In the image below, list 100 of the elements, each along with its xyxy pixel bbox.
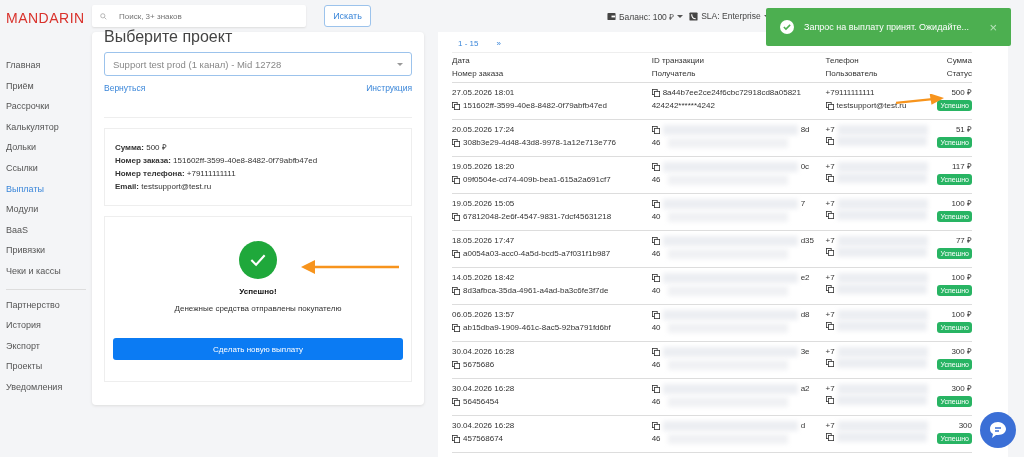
instruction-link[interactable]: Инструкция <box>366 83 412 93</box>
phone-icon <box>689 11 699 21</box>
copy-icon[interactable] <box>452 434 460 443</box>
logo[interactable]: MANDARIN <box>6 10 92 26</box>
copy-icon[interactable] <box>452 323 460 332</box>
chat-button[interactable] <box>980 412 1016 448</box>
balance-dropdown[interactable]: Баланс: 100 ₽ <box>607 10 684 22</box>
sidebar-item[interactable]: Главная <box>6 60 92 81</box>
column-header: ID транзакции <box>651 55 705 67</box>
copy-icon[interactable] <box>452 249 460 258</box>
table-cell-text: d <box>800 420 806 432</box>
column-header: Получатель <box>651 67 697 80</box>
table-cell-text: 117 ₽ <box>951 161 972 173</box>
sidebar-item[interactable]: Дольки <box>6 142 92 163</box>
next-page-link[interactable]: » <box>496 38 501 48</box>
copy-icon[interactable] <box>651 273 660 282</box>
sidebar-item[interactable]: Привязки <box>6 245 92 266</box>
table-cell-text: +7 <box>825 198 835 210</box>
table-cell-text: 46 <box>651 433 661 445</box>
copy-icon[interactable] <box>825 322 834 330</box>
back-link[interactable]: Вернуться <box>104 83 146 93</box>
copy-icon[interactable] <box>452 138 460 147</box>
sidebar-item[interactable]: Модули <box>6 204 92 225</box>
sidebar-item[interactable]: Проекты <box>6 361 92 382</box>
copy-icon[interactable] <box>825 248 834 256</box>
copy-icon[interactable] <box>651 384 660 393</box>
table-cell-text: ab15dba9-1909-461c-8ac5-92ba791fd6bf <box>463 322 611 334</box>
sidebar-item[interactable]: Партнерство <box>6 299 92 321</box>
table-cell-text: d35 <box>800 235 814 247</box>
copy-icon[interactable] <box>452 101 460 110</box>
copy-icon[interactable] <box>825 211 834 219</box>
table-cell-text: 09f0504e-cd74-409b-bea1-615a2a691cf7 <box>463 174 611 186</box>
copy-icon[interactable] <box>651 162 660 171</box>
new-payout-button[interactable]: Сделать новую выплату <box>113 338 403 360</box>
copy-icon[interactable] <box>825 396 834 404</box>
copy-icon[interactable] <box>651 88 660 97</box>
sidebar-item[interactable]: Приём <box>6 80 92 102</box>
detail-text: Номер заказа: 151602ff-3599-40e8-8482-0f79abfb47ed <box>115 155 319 167</box>
sidebar-item[interactable]: Выплаты <box>6 183 92 205</box>
toast-message: Запрос на выплату принят. Ожидайте... <box>804 22 970 32</box>
column-header: Статус <box>945 67 972 80</box>
copy-icon[interactable] <box>452 212 460 221</box>
search-button[interactable]: Искать <box>324 5 371 27</box>
search-field[interactable]: Поиск, 3+ знаков <box>92 5 306 27</box>
copy-icon[interactable] <box>651 310 660 319</box>
copy-icon[interactable] <box>825 433 834 441</box>
copy-icon[interactable] <box>651 421 660 430</box>
copy-icon[interactable] <box>825 137 834 145</box>
table-cell-text: 300 <box>957 420 972 432</box>
copy-icon[interactable] <box>651 125 660 134</box>
column-header: Пользователь <box>825 67 879 80</box>
copy-icon[interactable] <box>651 347 660 356</box>
sidebar-item[interactable]: Ссылки <box>6 162 92 184</box>
table-cell-text: 7 <box>800 198 806 210</box>
table-cell-text: 0c <box>800 161 810 173</box>
sidebar-item[interactable]: Чеки и кассы <box>6 265 92 287</box>
table-cell-text: +7 <box>825 420 835 432</box>
copy-icon[interactable] <box>825 285 834 293</box>
chat-icon <box>988 420 1008 440</box>
column-header: Сумма <box>945 55 972 67</box>
sidebar-item[interactable]: Экспорт <box>6 340 92 362</box>
table-cell-text: 30.04.2026 16:28 <box>452 420 516 432</box>
table-cell-text: 500 ₽ <box>950 87 972 99</box>
wallet-icon <box>607 11 616 21</box>
copy-icon[interactable] <box>452 397 460 406</box>
table-cell-text: 457568674 <box>463 433 504 445</box>
sidebar-item[interactable]: Калькулятор <box>6 121 92 143</box>
sidebar-item[interactable]: BaaS <box>6 224 92 246</box>
table-cell-text: 67812048-2e6f-4547-9831-7dcf45631218 <box>463 211 612 223</box>
table-cell-text: 30.04.2026 16:28 <box>452 346 516 358</box>
sidebar-item[interactable]: История <box>6 320 92 341</box>
copy-icon[interactable] <box>452 360 460 369</box>
table-cell-text: 14.05.2026 18:42 <box>452 272 516 284</box>
table-cell-text: 3e <box>800 346 810 358</box>
column-header: Номер заказа <box>452 67 505 80</box>
success-title: Успешно! <box>239 287 277 296</box>
project-select[interactable]: Support test prod (1 канал) - Mid 12728 <box>104 52 412 76</box>
detail-text: Email: testsupport@test.ru <box>115 181 213 193</box>
table-cell-text: 46 <box>651 359 661 371</box>
table-cell-text: +7 <box>825 346 835 358</box>
page-range-link[interactable]: 1 - 15 <box>458 38 479 48</box>
copy-icon[interactable] <box>825 174 834 182</box>
success-message: Денежные средства отправлены покупателю <box>174 304 342 313</box>
table-cell-text: 56456454 <box>463 396 499 408</box>
table-cell-text: 5675686 <box>463 359 495 371</box>
table-cell-text: 19.05.2026 18:20 <box>452 161 516 173</box>
table-cell-text: 40 <box>651 322 661 334</box>
column-header: Телефон <box>825 55 860 67</box>
copy-icon[interactable] <box>452 286 460 295</box>
table-cell-text: 300 ₽ <box>950 383 972 395</box>
table-cell-text: 06.05.2026 13:57 <box>452 309 516 321</box>
table-cell-text: 8a44b7ee2ce24f6cbc72918cd8a05821 <box>662 87 801 99</box>
copy-icon[interactable] <box>651 199 660 208</box>
copy-icon[interactable] <box>651 236 660 245</box>
column-header: Дата <box>452 55 471 67</box>
sidebar-item[interactable]: Рассрочки <box>6 101 92 122</box>
copy-icon[interactable] <box>825 359 834 367</box>
copy-icon[interactable] <box>825 101 834 110</box>
sidebar-item[interactable]: Уведомления <box>6 381 92 403</box>
copy-icon[interactable] <box>452 175 460 184</box>
